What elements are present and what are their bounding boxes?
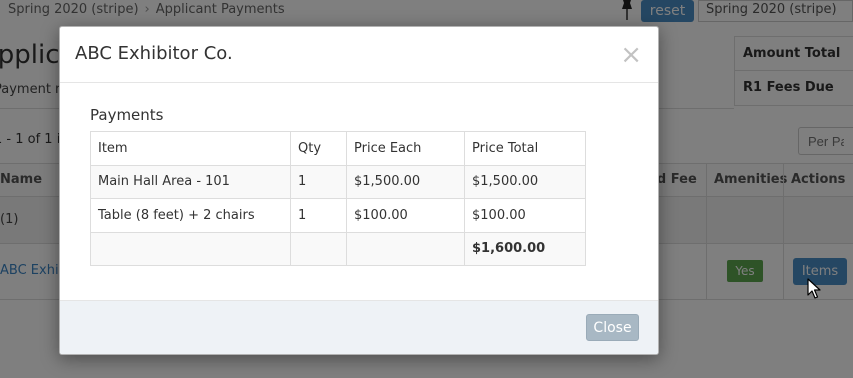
item-cell: Main Hall Area - 101 — [90, 164, 291, 199]
payments-table: Item Qty Price Each Price Total Main Hal… — [90, 131, 586, 266]
empty-cell — [90, 231, 291, 266]
qty-cell: 1 — [290, 198, 347, 233]
table-row: Table (8 feet) + 2 chairs 1 $100.00 $100… — [90, 198, 586, 233]
table-header-row: Item Qty Price Each Price Total — [90, 131, 586, 166]
modal-title: ABC Exhibitor Co. — [75, 43, 233, 64]
item-cell: Table (8 feet) + 2 chairs — [90, 198, 291, 233]
total-row: $1,600.00 — [90, 231, 586, 266]
column-header-price-total: Price Total — [464, 131, 586, 166]
qty-cell: 1 — [290, 164, 347, 199]
column-header-qty: Qty — [290, 131, 347, 166]
table-row: Main Hall Area - 101 1 $1,500.00 $1,500.… — [90, 164, 586, 199]
empty-cell — [290, 231, 347, 266]
payments-modal: ABC Exhibitor Co. × Payments Item Qty Pr… — [59, 26, 659, 355]
section-label: Payments — [90, 106, 164, 124]
price-total-cell: $1,500.00 — [464, 164, 586, 199]
column-header-price-each: Price Each — [346, 131, 465, 166]
close-icon[interactable]: × — [620, 42, 642, 68]
modal-footer: Close — [60, 300, 658, 354]
price-each-cell: $100.00 — [346, 198, 465, 233]
grand-total-cell: $1,600.00 — [464, 231, 586, 266]
pointer-cursor-icon — [807, 278, 821, 299]
column-header-item: Item — [90, 131, 291, 166]
price-total-cell: $100.00 — [464, 198, 586, 233]
empty-cell — [346, 231, 465, 266]
modal-header: ABC Exhibitor Co. × — [60, 27, 658, 83]
close-button[interactable]: Close — [586, 314, 639, 341]
price-each-cell: $1,500.00 — [346, 164, 465, 199]
